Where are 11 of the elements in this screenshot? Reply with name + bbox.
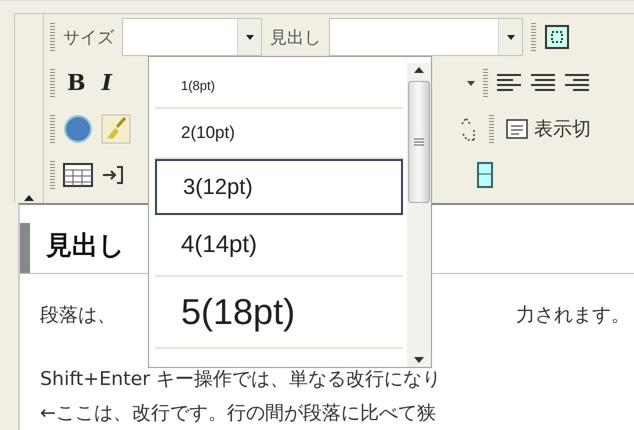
heading-label: 見出し bbox=[270, 26, 321, 48]
italic-button[interactable]: I bbox=[98, 70, 116, 96]
heading-text: 見出し bbox=[46, 230, 125, 262]
paragraph-text: Shift+Enter キー操作では、単なる改行になり bbox=[40, 367, 442, 392]
size-label: サイズ bbox=[63, 26, 114, 48]
paragraph-text: 段落は、 bbox=[40, 303, 116, 328]
size-option[interactable]: 3(12pt) bbox=[155, 159, 403, 215]
view-toggle-button[interactable]: 表示切 bbox=[502, 116, 591, 142]
paragraph-text: 力されます。 bbox=[516, 303, 630, 328]
bold-button[interactable]: B bbox=[63, 70, 90, 96]
paragraph-text: ←ここは、改行です。行の間が段落に比べて狭 bbox=[40, 401, 437, 426]
